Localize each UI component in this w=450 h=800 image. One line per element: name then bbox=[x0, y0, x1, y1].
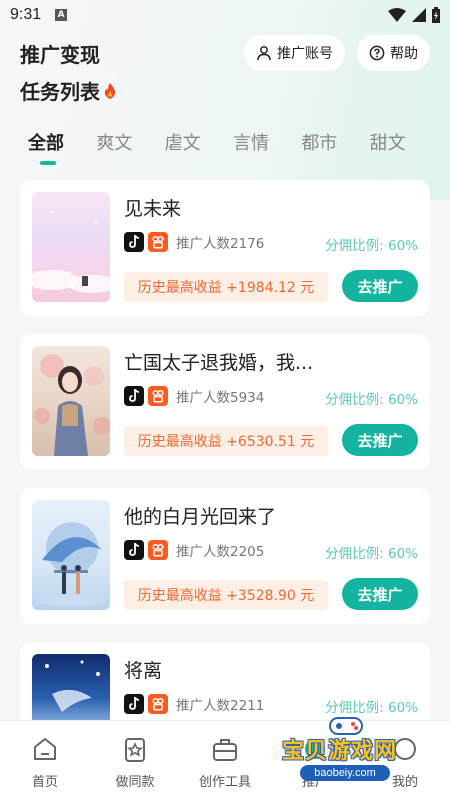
platform-row: 推广人数5934 bbox=[124, 386, 264, 406]
task-card[interactable]: 他的白月光回来了 推广人数2205 分佣比例: 60% 历史最高收益 +3528… bbox=[20, 488, 430, 624]
task-card[interactable]: 见未来 推广人数2176 分佣比例: 60% 历史最高收益 +1984.12 元… bbox=[20, 180, 430, 316]
nav-tools[interactable]: 创作工具 bbox=[180, 721, 270, 800]
help-label: 帮助 bbox=[390, 46, 418, 62]
category-tabs: 全部 爽文 虐文 言情 都市 甜文 bbox=[0, 122, 450, 165]
tiktok-icon bbox=[124, 694, 144, 714]
help-button[interactable]: 帮助 bbox=[357, 35, 430, 71]
nav-same-style[interactable]: 做同款 bbox=[90, 721, 180, 800]
tiktok-icon bbox=[124, 540, 144, 560]
nav-tools-label: 创作工具 bbox=[198, 775, 251, 790]
status-time: 9:31 bbox=[10, 6, 42, 23]
promote-button[interactable]: 去推广 bbox=[342, 424, 418, 456]
watermark-text: 宝贝游戏网 bbox=[282, 739, 398, 764]
promo-count: 推广人数2176 bbox=[176, 236, 265, 252]
watermark-url: baobeiy.com bbox=[300, 765, 390, 781]
kuaishou-icon bbox=[148, 694, 168, 714]
status-bar: 9:31 A bbox=[0, 0, 450, 30]
tiktok-icon bbox=[124, 232, 144, 252]
kuaishou-icon bbox=[148, 386, 168, 406]
commission-rate: 分佣比例: 60% bbox=[325, 392, 418, 408]
promo-count: 推广人数2211 bbox=[176, 698, 265, 714]
tiktok-icon bbox=[124, 386, 144, 406]
book-cover bbox=[32, 500, 110, 610]
promo-count: 推广人数2205 bbox=[176, 544, 265, 560]
platform-row: 推广人数2211 bbox=[124, 694, 264, 714]
nav-home[interactable]: 首页 bbox=[0, 721, 90, 800]
task-card[interactable]: 亡国太子退我婚，我... 推广人数5934 分佣比例: 60% 历史最高收益 +… bbox=[20, 334, 430, 470]
book-title: 见未来 bbox=[124, 198, 182, 220]
promo-account-label: 推广账号 bbox=[277, 46, 333, 62]
nav-same-style-label: 做同款 bbox=[115, 775, 155, 790]
platform-row: 推广人数2176 bbox=[124, 232, 264, 252]
tab-all[interactable]: 全部 bbox=[20, 129, 88, 165]
tab-shuangwen[interactable]: 爽文 bbox=[88, 129, 156, 155]
home-icon bbox=[34, 738, 56, 760]
promote-button[interactable]: 去推广 bbox=[342, 270, 418, 302]
tab-dushi[interactable]: 都市 bbox=[293, 129, 361, 155]
nav-home-label: 首页 bbox=[31, 775, 58, 790]
kuaishou-icon bbox=[148, 540, 168, 560]
kuaishou-icon bbox=[148, 232, 168, 252]
commission-rate: 分佣比例: 60% bbox=[325, 238, 418, 254]
promo-account-button[interactable]: 推广账号 bbox=[244, 35, 345, 71]
book-title: 亡国太子退我婚，我... bbox=[124, 352, 314, 374]
commission-rate: 分佣比例: 60% bbox=[325, 700, 418, 716]
tab-nuewen[interactable]: 虐文 bbox=[157, 129, 225, 155]
fire-icon bbox=[104, 82, 116, 99]
tab-tianwen[interactable]: 甜文 bbox=[362, 129, 430, 155]
promote-button[interactable]: 去推广 bbox=[342, 578, 418, 610]
tab-yanqing[interactable]: 言情 bbox=[225, 129, 293, 155]
book-cover bbox=[32, 346, 110, 456]
book-cover bbox=[32, 192, 110, 302]
header-actions: 推广账号 帮助 bbox=[244, 35, 430, 71]
section-title: 任务列表 bbox=[20, 70, 118, 105]
platform-row: 推广人数2205 bbox=[124, 540, 264, 560]
signal-icon bbox=[412, 8, 426, 22]
toolbox-icon bbox=[213, 739, 237, 761]
battery-icon bbox=[432, 7, 440, 23]
commission-rate: 分佣比例: 60% bbox=[325, 546, 418, 562]
max-earnings: 历史最高收益 +3528.90 元 bbox=[124, 580, 328, 610]
max-earnings: 历史最高收益 +6530.51 元 bbox=[124, 426, 328, 456]
book-title: 他的白月光回来了 bbox=[124, 506, 277, 528]
promo-count: 推广人数5934 bbox=[176, 390, 265, 406]
section-title-text: 任务列表 bbox=[20, 80, 100, 104]
page-title: 推广变现 bbox=[20, 42, 100, 67]
star-card-icon bbox=[125, 738, 145, 762]
notification-icon: A bbox=[55, 9, 68, 21]
max-earnings: 历史最高收益 +1984.12 元 bbox=[124, 272, 328, 302]
watermark: 宝贝游戏网 baobeiy.com bbox=[272, 715, 422, 795]
user-icon bbox=[257, 46, 271, 61]
help-icon bbox=[369, 45, 385, 61]
wifi-icon bbox=[388, 8, 406, 22]
book-title: 将离 bbox=[124, 660, 163, 682]
